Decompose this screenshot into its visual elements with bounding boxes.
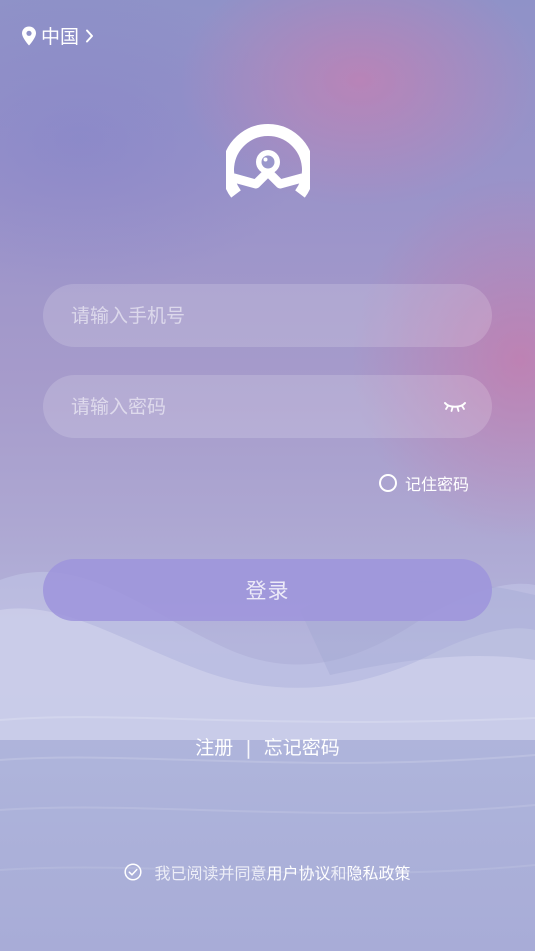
forgot-password-link[interactable]: 忘记密码 (264, 737, 340, 759)
links-separator: | (245, 737, 252, 759)
remember-radio[interactable] (379, 474, 397, 492)
agreement-conjunction: 和 (330, 864, 347, 883)
login-screen: 中国 记住密码 登录 注册 | 忘记密码 (0, 0, 535, 951)
password-field (43, 375, 492, 438)
chevron-right-icon (86, 29, 94, 42)
phone-field (43, 284, 492, 347)
check-circle-icon[interactable] (124, 863, 143, 881)
region-selector[interactable]: 中国 (21, 22, 94, 49)
app-logo-icon (226, 124, 310, 198)
remember-label: 记住密码 (405, 475, 470, 494)
agreement-prefix: 我已阅读并同意 (154, 864, 267, 883)
phone-input[interactable] (71, 300, 464, 331)
password-input[interactable] (71, 391, 444, 422)
auth-links: 注册 | 忘记密码 (0, 733, 535, 760)
location-pin-icon (22, 26, 36, 45)
eye-closed-icon[interactable] (444, 400, 466, 414)
region-label: 中国 (41, 26, 80, 48)
privacy-policy-link[interactable]: 隐私政策 (347, 860, 411, 884)
user-agreement-link[interactable]: 用户协议 (266, 860, 330, 884)
remember-password-toggle[interactable]: 记住密码 (379, 471, 469, 495)
register-link[interactable]: 注册 (195, 737, 233, 759)
login-button[interactable]: 登录 (43, 559, 492, 621)
agreement-row: 我已阅读并同意 用户协议和隐私政策 (0, 860, 535, 884)
